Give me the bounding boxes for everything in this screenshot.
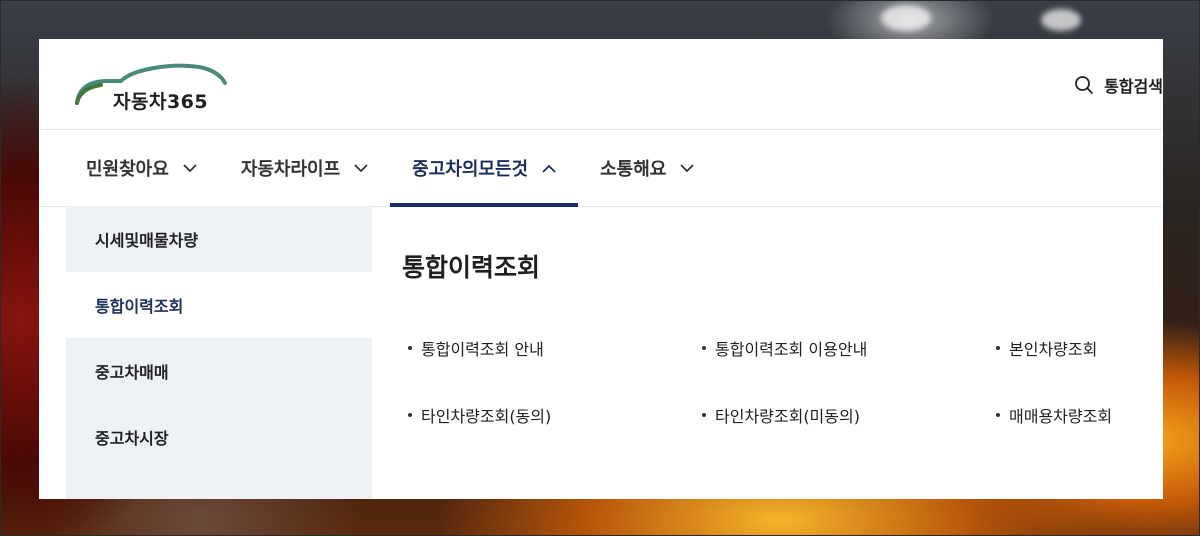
bullet-icon [408, 413, 412, 417]
gnb-item-label: 중고차의모든것 [412, 159, 529, 180]
search-icon [1075, 76, 1094, 94]
link-integrated-history-usage[interactable]: 통합이력조회 이용안내 [702, 336, 867, 360]
bullet-icon [702, 346, 706, 350]
menu-panel: 자동차365 통합검색 민원찾아요 자동차라이프 중고차의모든것 소통해요 시세… [39, 39, 1163, 499]
bullet-icon [702, 413, 706, 417]
global-nav: 민원찾아요 자동차라이프 중고차의모든것 소통해요 [39, 130, 1163, 207]
sub-nav-item-label: 통합이력조회 [95, 297, 184, 316]
gnb-item-car-life[interactable]: 자동차라이프 [219, 130, 390, 206]
gnb-item-label: 자동차라이프 [240, 159, 341, 180]
logo-text: 자동차365 [113, 91, 209, 113]
chevron-down-icon [183, 163, 197, 172]
chevron-down-icon [354, 163, 368, 172]
chevron-up-icon [542, 164, 556, 173]
link-label: 매매용차량조회 [1009, 407, 1113, 426]
site-logo[interactable]: 자동차365 [71, 57, 231, 117]
submenu-title: 통합이력조회 [402, 253, 541, 282]
integrated-search-button[interactable]: 통합검색 [1074, 73, 1163, 97]
sub-nav-item-integrated-history[interactable]: 통합이력조회 [66, 272, 372, 338]
sub-nav: 시세및매물차량 통합이력조회 중고차매매 중고차시장 [66, 206, 372, 499]
submenu-content: 시세및매물차량 통합이력조회 중고차매매 중고차시장 통합이력조회 통합이력조회… [66, 206, 1163, 499]
sub-nav-item-market-price[interactable]: 시세및매물차량 [66, 206, 372, 272]
bullet-icon [996, 413, 1000, 417]
sub-nav-item-label: 시세및매물차량 [95, 231, 199, 250]
link-own-vehicle-lookup[interactable]: 본인차량조회 [996, 336, 1097, 360]
submenu-main: 통합이력조회 통합이력조회 안내 통합이력조회 이용안내 본인차량조회 타인차량… [372, 206, 1163, 499]
gnb-item-label: 소통해요 [600, 159, 667, 180]
link-other-vehicle-no-consent[interactable]: 타인차량조회(미동의) [702, 403, 860, 427]
gnb-item-civil-complaints[interactable]: 민원찾아요 [64, 130, 219, 206]
bullet-icon [408, 346, 412, 350]
sub-nav-item-used-car-trade[interactable]: 중고차매매 [66, 338, 372, 404]
gnb-item-communication[interactable]: 소통해요 [578, 130, 716, 206]
bullet-icon [996, 346, 1000, 350]
background-light-glare [881, 5, 931, 31]
sub-nav-item-used-car-market[interactable]: 중고차시장 [66, 404, 372, 470]
link-label: 타인차량조회(동의) [421, 407, 552, 426]
sub-nav-item-label: 중고차매매 [95, 363, 169, 382]
link-trade-vehicle-lookup[interactable]: 매매용차량조회 [996, 403, 1112, 427]
link-label: 통합이력조회 이용안내 [715, 340, 868, 359]
link-label: 본인차량조회 [1009, 340, 1098, 359]
link-other-vehicle-consent[interactable]: 타인차량조회(동의) [408, 403, 551, 427]
link-label: 타인차량조회(미동의) [715, 407, 860, 426]
link-integrated-history-guide[interactable]: 통합이력조회 안내 [408, 336, 544, 360]
background-light-glare [1041, 9, 1081, 31]
link-label: 통합이력조회 안내 [421, 340, 544, 359]
chevron-down-icon [680, 163, 694, 172]
gnb-item-label: 민원찾아요 [86, 159, 169, 180]
search-label: 통합검색 [1104, 77, 1163, 96]
site-header: 자동차365 통합검색 [39, 39, 1163, 130]
gnb-item-used-cars[interactable]: 중고차의모든것 [390, 130, 579, 207]
sub-nav-item-label: 중고차시장 [95, 429, 169, 448]
